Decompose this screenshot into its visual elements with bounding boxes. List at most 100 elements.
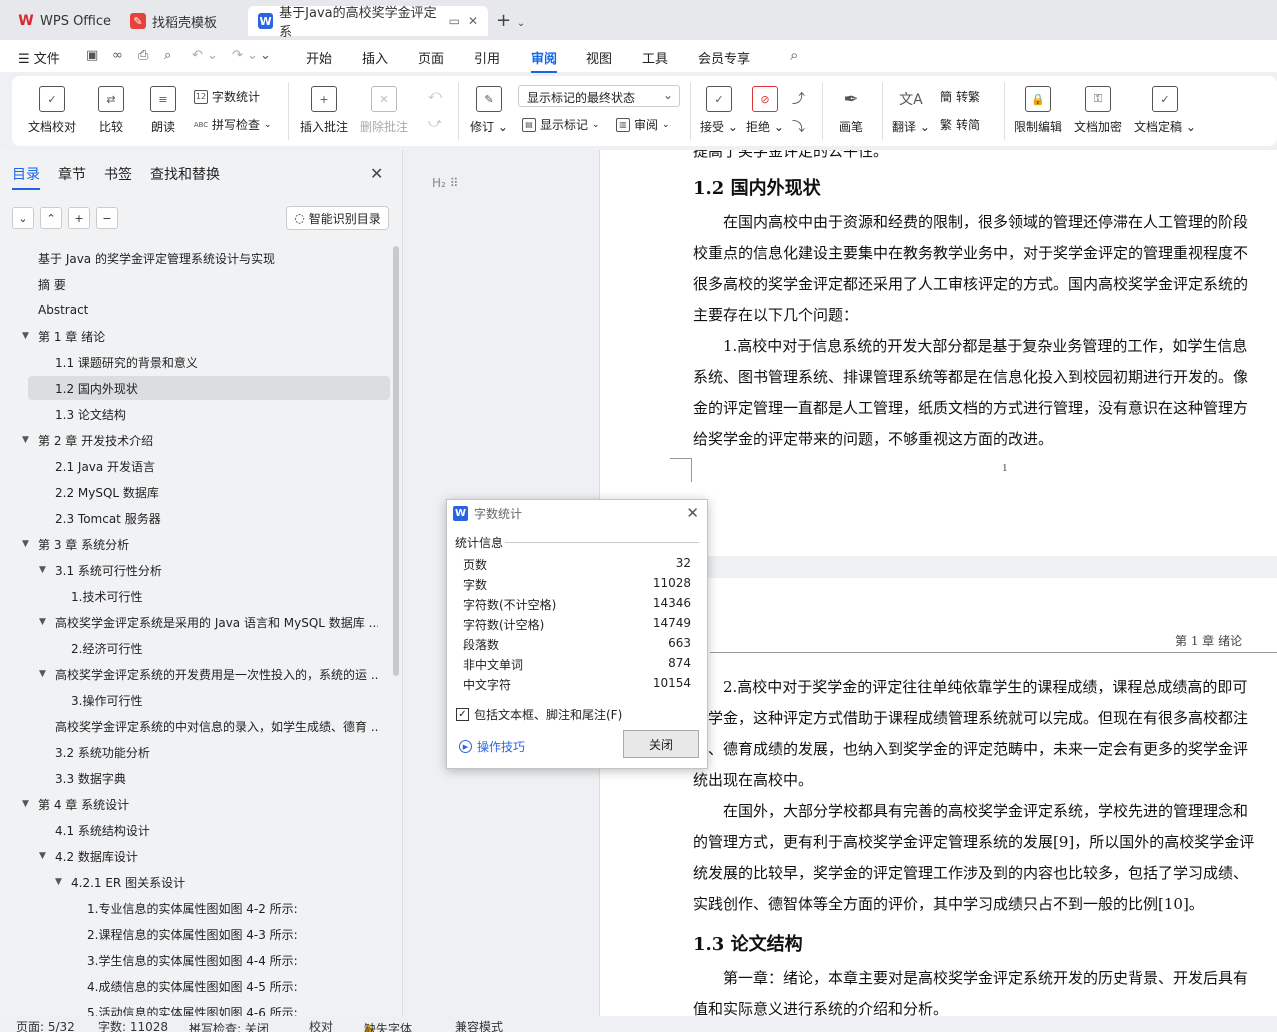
toc-item[interactable]: 2.1 Java 开发语言	[0, 454, 390, 478]
markup-state-select[interactable]: 显示标记的最终状态 ⌄	[518, 85, 680, 107]
more-icon[interactable]: ⌄	[260, 48, 271, 63]
toc-item[interactable]: 1.专业信息的实体属性图如图 4-2 所示:	[0, 896, 390, 920]
nav-tab-bookmarks[interactable]: 书签	[104, 164, 132, 184]
expand-arrow-icon[interactable]: ▼	[22, 331, 29, 341]
next-comment-icon[interactable]: ⤻	[428, 116, 442, 131]
menu-item-tools[interactable]: 工具	[642, 48, 668, 67]
nav-tab-chapters[interactable]: 章节	[58, 164, 86, 184]
nav-tab-find-replace[interactable]: 查找和替换	[150, 164, 220, 184]
to-simplified-button[interactable]: 繁 转简	[940, 116, 980, 133]
compare-button[interactable]: ⇄ 比较	[98, 86, 124, 135]
toc-item[interactable]: ▼ 第 4 章 系统设计	[0, 792, 390, 816]
toc-item[interactable]: ▼ 第 2 章 开发技术介绍	[0, 428, 390, 452]
print-preview-icon[interactable]: ⌕	[164, 48, 171, 63]
toc-item[interactable]: ▼ 高校奖学金评定系统的开发费用是一次性投入的，系统的运 ...	[0, 662, 390, 686]
restrict-edit-button[interactable]: 🔒 限制编辑	[1014, 86, 1062, 135]
status-proof[interactable]: 校对	[309, 1018, 333, 1032]
toc-item[interactable]: ▼ 高校奖学金评定系统是采用的 Java 语言和 MySQL 数据库 ...	[0, 610, 390, 634]
scrollbar[interactable]	[393, 246, 399, 676]
link-icon[interactable]: ∞	[112, 48, 123, 63]
menu-item-view[interactable]: 视图	[586, 48, 612, 67]
include-textbox-checkbox[interactable]: ✓ 包括文本框、脚注和尾注(F)	[456, 706, 622, 723]
toc-item[interactable]: 1.技术可行性	[0, 584, 390, 608]
menu-item-review[interactable]: 审阅	[531, 48, 558, 73]
toc-item[interactable]: 3.操作可行性	[0, 688, 390, 712]
toc-item[interactable]: ▼ 第 1 章 绪论	[0, 324, 390, 348]
new-tab-icon[interactable]: + ⌄	[496, 10, 525, 31]
status-spell[interactable]: 拼写检查: 关闭 ⌄	[189, 1018, 269, 1032]
menu-item-home[interactable]: 开始	[306, 48, 332, 67]
toc-item[interactable]: ▼ 4.2.1 ER 图关系设计	[0, 870, 390, 894]
add-heading-icon[interactable]: +	[68, 207, 90, 229]
menu-item-insert[interactable]: 插入	[362, 48, 388, 67]
toc-item[interactable]: ▼ 4.2 数据库设计	[0, 844, 390, 868]
show-markup-button[interactable]: ▤ 显示标记 ⌄	[522, 116, 600, 133]
toc-item[interactable]: ▼ 第 3 章 系统分析	[0, 532, 390, 556]
next-change-icon[interactable]: ⤵	[792, 116, 805, 135]
menu-item-member[interactable]: 会员专享	[698, 48, 750, 67]
toc-item[interactable]: Abstract	[0, 298, 390, 322]
collapse-icon[interactable]: ⌄	[12, 207, 34, 229]
file-menu[interactable]: ☰ 文件	[18, 48, 60, 67]
toc-item[interactable]: 基于 Java 的奖学金评定管理系统设计与实现	[0, 246, 390, 270]
redo-icon[interactable]: ↷ ⌄	[232, 48, 258, 63]
expand-arrow-icon[interactable]: ▼	[22, 799, 29, 809]
toc-item[interactable]: 3.2 系统功能分析	[0, 740, 390, 764]
expand-arrow-icon[interactable]: ▼	[22, 435, 29, 445]
toc-item[interactable]: 4.成绩信息的实体属性图如图 4-5 所示:	[0, 974, 390, 998]
close-button[interactable]: 关闭	[623, 730, 699, 758]
status-words[interactable]: 字数: 11028	[98, 1018, 168, 1032]
screen-icon[interactable]: ▭	[449, 14, 460, 28]
undo-icon[interactable]: ↶ ⌄	[192, 48, 218, 63]
to-traditional-button[interactable]: 簡 转繁	[940, 88, 980, 105]
print-icon[interactable]: ⎙	[138, 48, 148, 63]
close-tab-icon[interactable]: ✕	[468, 14, 478, 28]
status-page[interactable]: 页面: 5/32	[16, 1018, 75, 1032]
toc-item[interactable]: 2.2 MySQL 数据库	[0, 480, 390, 504]
save-icon[interactable]: ▣	[86, 48, 98, 63]
delete-comment-button[interactable]: ✕ 删除批注	[360, 86, 408, 135]
doc-proof-button[interactable]: ✓ 文档校对	[28, 86, 76, 135]
toc-item[interactable]: ▼ 3.1 系统可行性分析	[0, 558, 390, 582]
toc-item[interactable]: 1.2 国内外现状	[28, 376, 390, 400]
remove-heading-icon[interactable]: −	[96, 207, 118, 229]
expand-arrow-icon[interactable]: ▼	[39, 617, 46, 627]
tips-link[interactable]: ▶ 操作技巧	[459, 738, 525, 755]
prev-comment-icon[interactable]: ⤺	[428, 88, 442, 103]
expand-arrow-icon[interactable]: ▼	[22, 539, 29, 549]
menu-item-reference[interactable]: 引用	[474, 48, 500, 67]
close-icon[interactable]: ✕	[686, 504, 699, 522]
smart-toc-button[interactable]: ◌ 智能识别目录	[286, 206, 389, 230]
toc-item[interactable]: 3.3 数据字典	[0, 766, 390, 790]
tab-docer[interactable]: ✎ 找稻壳模板	[120, 6, 227, 36]
tab-wps-office[interactable]: W WPS Office	[8, 6, 121, 36]
pen-button[interactable]: ✒ 画笔	[838, 86, 864, 135]
toc-item[interactable]: 2.课程信息的实体属性图如图 4-3 所示:	[0, 922, 390, 946]
expand-arrow-icon[interactable]: ▼	[39, 669, 46, 679]
expand-arrow-icon[interactable]: ▼	[39, 565, 46, 575]
encrypt-button[interactable]: ⚿ 文档加密	[1074, 86, 1122, 135]
nav-tab-toc[interactable]: 目录	[12, 164, 40, 190]
spell-check-button[interactable]: ABC 拼写检查 ⌄	[194, 116, 272, 133]
toc-item[interactable]: 2.3 Tomcat 服务器	[0, 506, 390, 530]
expand-arrow-icon[interactable]: ▼	[55, 877, 62, 887]
track-changes-button[interactable]: ✎ 修订 ⌄	[470, 86, 508, 135]
review-pane-button[interactable]: ▥ 审阅 ⌄	[616, 116, 670, 133]
insert-comment-button[interactable]: + 插入批注	[300, 86, 348, 135]
toc-item[interactable]: 4.1 系统结构设计	[0, 818, 390, 842]
word-count-button[interactable]: 12 字数统计	[194, 88, 260, 105]
reject-button[interactable]: ⊘ 拒绝 ⌄	[746, 86, 784, 135]
accept-button[interactable]: ✓ 接受 ⌄	[700, 86, 738, 135]
toc-item[interactable]: 摘 要	[0, 272, 390, 296]
heading-level-tag[interactable]: H₂ ⠿	[432, 176, 458, 190]
dialog-title-bar[interactable]: W 字数统计	[447, 500, 707, 526]
tab-document[interactable]: W 基于Java的高校奖学金评定系 ▭ ✕	[248, 6, 488, 40]
expand-icon[interactable]: ⌃	[40, 207, 62, 229]
search-icon[interactable]: ⌕	[790, 46, 798, 64]
expand-arrow-icon[interactable]: ▼	[39, 851, 46, 861]
toc-item[interactable]: 高校奖学金评定系统的中对信息的录入，如学生成绩、德育 ...	[0, 714, 390, 738]
toc-item[interactable]: 1.3 论文结构	[0, 402, 390, 426]
toc-item[interactable]: 1.1 课题研究的背景和意义	[0, 350, 390, 374]
menu-item-page[interactable]: 页面	[418, 48, 444, 67]
translate-button[interactable]: 文A 翻译 ⌄	[892, 86, 930, 135]
